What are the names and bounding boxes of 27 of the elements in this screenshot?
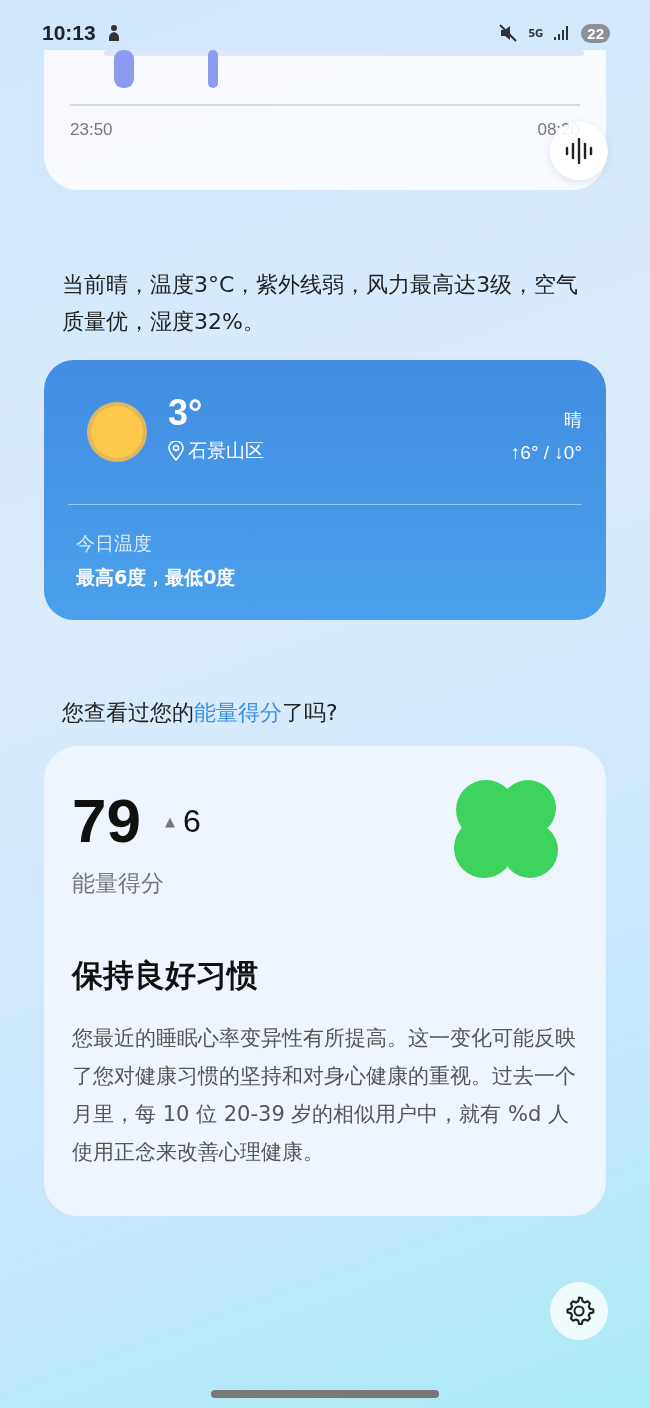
sleep-bar xyxy=(114,50,134,88)
weather-card[interactable]: 3° 石景山区 晴 ↑6° / ↓0° 今日温度 最高6度，最低0度 xyxy=(44,360,606,620)
temperature-range: ↑6° / ↓0° xyxy=(510,442,582,464)
sun-icon xyxy=(86,401,148,463)
energy-score-link[interactable]: 能量得分 xyxy=(194,700,282,725)
card-description: 您最近的睡眠心率变异性有所提高。这一变化可能反映了您对健康习惯的坚持和对身心健康的重视。过去一个月里，每 10 位 20-39 岁的相似用户中，就有 %d 人使用正念来改善心理健康。 xyxy=(72,1025,577,1166)
section-label: 今日温度 xyxy=(76,531,153,556)
current-temperature: 3° xyxy=(168,392,204,434)
waveform-icon xyxy=(564,138,594,164)
location-label: 石景山区 xyxy=(188,438,264,463)
status-time: 10:13 xyxy=(42,21,96,45)
prompt-text: 您查看过您的能量得分了吗? xyxy=(62,699,339,727)
start-time: 23:50 xyxy=(70,120,113,140)
location-pin-icon xyxy=(168,441,184,461)
weather-condition: 晴 xyxy=(564,408,582,432)
sleep-bar xyxy=(208,50,218,88)
score-change: 6 xyxy=(182,802,201,840)
trend-icon: ▲ xyxy=(164,813,175,829)
network-label: 5G xyxy=(528,27,544,39)
card-heading: 保持良好习惯 xyxy=(72,956,259,995)
score-label: 能量得分 xyxy=(72,869,165,898)
energy-score: 79 xyxy=(72,786,141,856)
weather-summary: 当前晴，温度3°C，紫外线弱，风力最高达3级，空气质量优，湿度32%。 xyxy=(62,271,580,336)
battery-level: 22 xyxy=(581,23,610,43)
energy-card[interactable]: 79 ▲ 6 能量得分 保持良好习惯 您最近的睡眠心率变异性有所提高。这一变化可能反映了您对健康习惯的坚持和对身心健康的重视。过去一个月里，每 10 位 20-39 岁的相似用户中，就有 %d 人使用正念来改善心理健康。 xyxy=(44,746,606,1216)
temperature-detail: 最高6度，最低0度 xyxy=(76,565,237,590)
mute-icon xyxy=(498,24,519,42)
